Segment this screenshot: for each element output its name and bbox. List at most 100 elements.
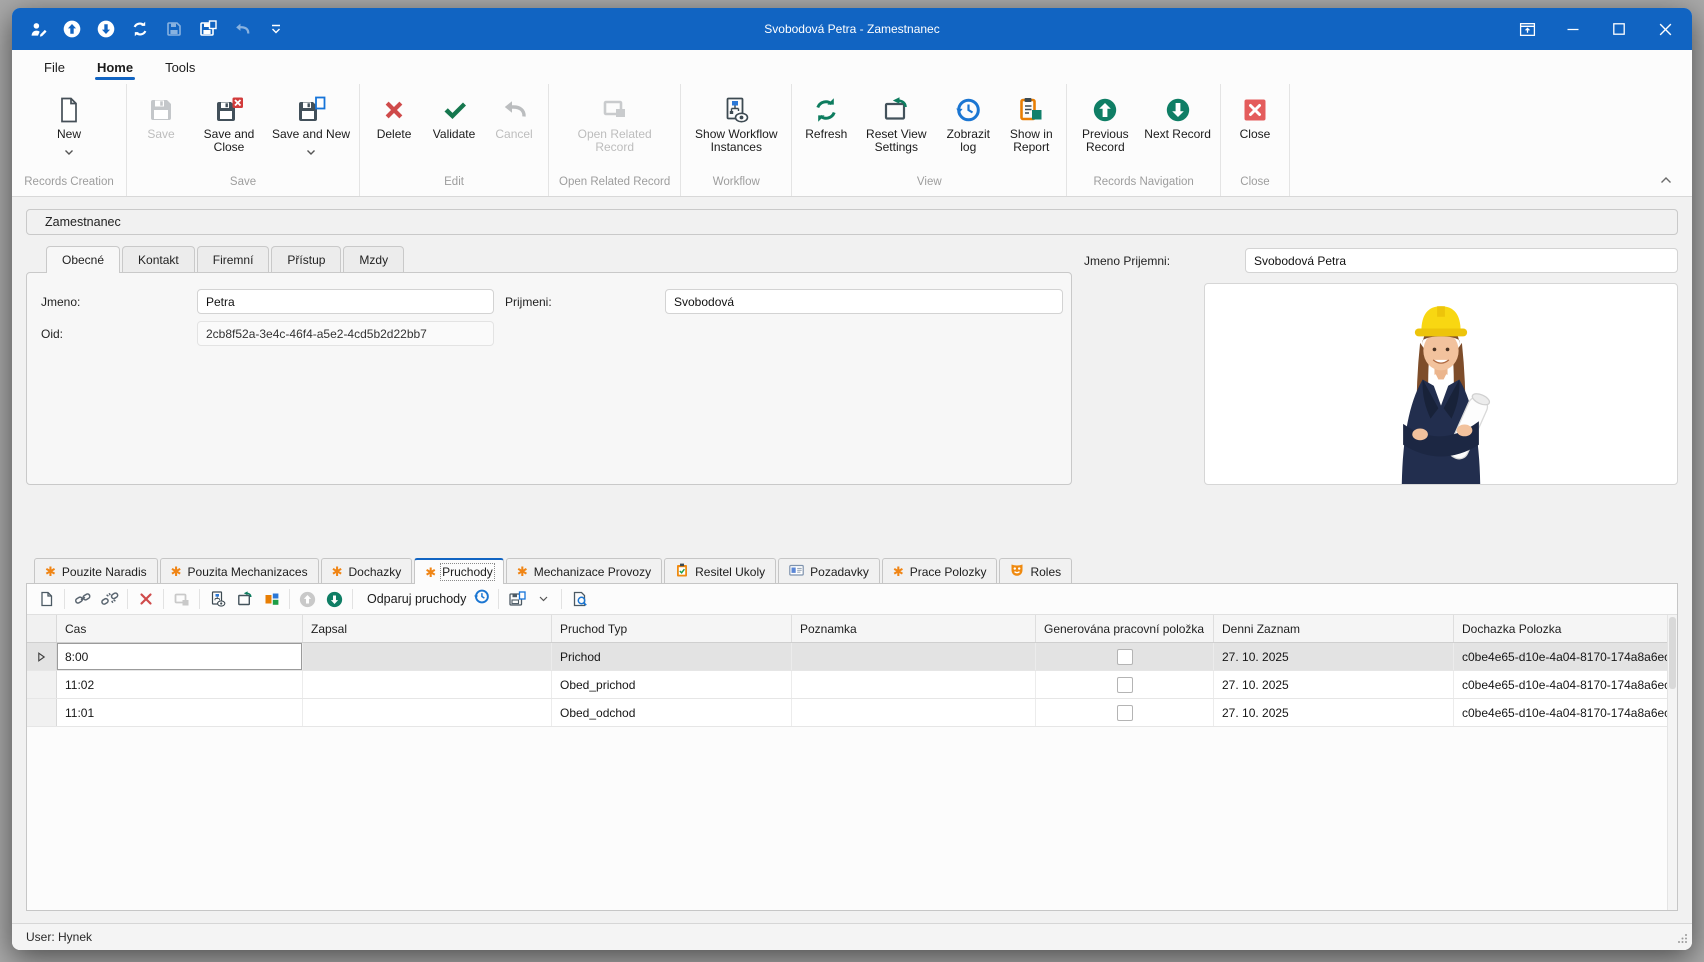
- cell-zapsal[interactable]: [303, 643, 552, 670]
- oid-field[interactable]: [197, 321, 494, 346]
- validate-button[interactable]: Validate: [424, 90, 484, 143]
- menu-home[interactable]: Home: [81, 60, 149, 84]
- tab-mechanizace-provozy[interactable]: ✱Mechanizace Provozy: [506, 558, 662, 584]
- jmeno-field[interactable]: [197, 289, 494, 314]
- dock-window-icon[interactable]: [1504, 8, 1550, 50]
- save-and-close-button[interactable]: Save and Close: [191, 90, 267, 156]
- ribbon-collapse-button[interactable]: [1656, 172, 1676, 188]
- save-button[interactable]: Save: [131, 90, 191, 143]
- cell-dochazka-polozka[interactable]: c0be4e65-d10e-4a04-8170-174a8a6ec038: [1454, 643, 1668, 670]
- next-record-button[interactable]: Next Record: [1139, 90, 1216, 143]
- tab-pozadavky[interactable]: Pozadavky: [778, 558, 880, 584]
- cell-cas[interactable]: 8:00: [57, 643, 303, 670]
- tab-roles[interactable]: Roles: [999, 558, 1072, 584]
- grid-open-related-button[interactable]: [168, 587, 195, 611]
- tab-pruchody[interactable]: ✱Pruchody: [414, 558, 504, 584]
- qat-customize-chevron-icon[interactable]: [266, 19, 286, 39]
- record-group-header[interactable]: Zamestnanec: [26, 209, 1678, 235]
- maximize-button[interactable]: [1596, 8, 1642, 50]
- column-header-poznamka[interactable]: Poznamka: [792, 615, 1036, 642]
- tab-kontakt[interactable]: Kontakt: [122, 246, 195, 273]
- previous-record-circle-icon[interactable]: [62, 19, 82, 39]
- column-header-generovana[interactable]: Generována pracovní položka: [1036, 615, 1214, 642]
- tab-pouzite-naradis[interactable]: ✱Pouzite Naradis: [34, 558, 158, 584]
- show-in-report-button[interactable]: Show in Report: [1000, 90, 1062, 156]
- tab-pouzita-mechanizaces[interactable]: ✱Pouzita Mechanizaces: [160, 558, 319, 584]
- cell-poznamka[interactable]: [792, 643, 1036, 670]
- tab-pristup[interactable]: Přístup: [271, 246, 341, 273]
- scrollbar-thumb[interactable]: [1669, 617, 1676, 689]
- tab-firemni[interactable]: Firemní: [197, 246, 270, 273]
- layout-dropdown-chevron[interactable]: [530, 587, 557, 611]
- cell-generovana[interactable]: [1036, 643, 1214, 670]
- grid-move-down-button[interactable]: [321, 587, 348, 611]
- tab-obecne[interactable]: Obecné: [46, 246, 120, 273]
- close-button[interactable]: [1642, 8, 1688, 50]
- cell-zapsal[interactable]: [303, 699, 552, 726]
- tab-resitel-ukoly[interactable]: Resitel Ukoly: [664, 558, 776, 584]
- grid-workflow-button[interactable]: [204, 587, 231, 611]
- zobrazit-log-button[interactable]: Zobrazit log: [936, 90, 1000, 156]
- grid-unlink-button[interactable]: [96, 587, 123, 611]
- odparuj-pruchody-button[interactable]: Odparuj pruchody: [357, 587, 494, 611]
- grid-tiles-button[interactable]: [258, 587, 285, 611]
- save-and-new-button[interactable]: Save and New: [267, 90, 355, 154]
- checkbox-unchecked[interactable]: [1117, 649, 1133, 665]
- next-record-circle-icon[interactable]: [96, 19, 116, 39]
- menu-tools[interactable]: Tools: [149, 60, 211, 84]
- delete-button[interactable]: Delete: [364, 90, 424, 143]
- cell-zapsal[interactable]: [303, 671, 552, 698]
- menu-file[interactable]: File: [28, 60, 81, 84]
- show-workflow-instances-button[interactable]: Show Workflow Instances: [685, 90, 787, 156]
- save-icon[interactable]: [164, 19, 184, 39]
- minimize-button[interactable]: [1550, 8, 1596, 50]
- reset-view-settings-button[interactable]: Reset View Settings: [856, 90, 936, 156]
- column-header-denni-zaznam[interactable]: Denni Zaznam: [1214, 615, 1454, 642]
- grid-save-layout-button[interactable]: [503, 587, 530, 611]
- cell-poznamka[interactable]: [792, 699, 1036, 726]
- cell-dochazka-polozka[interactable]: c0be4e65-d10e-4a04-8170-174a8a6ec038: [1454, 671, 1668, 698]
- cell-denni-zaznam[interactable]: 27. 10. 2025: [1214, 643, 1454, 670]
- cell-denni-zaznam[interactable]: 27. 10. 2025: [1214, 671, 1454, 698]
- cell-cas[interactable]: 11:02: [57, 671, 303, 698]
- refresh-button[interactable]: Refresh: [796, 90, 856, 143]
- prijmeni-field[interactable]: [665, 289, 1063, 314]
- checkbox-unchecked[interactable]: [1117, 677, 1133, 693]
- grid-move-up-button[interactable]: [294, 587, 321, 611]
- cell-pruchod-typ[interactable]: Obed_odchod: [552, 699, 792, 726]
- cell-cas[interactable]: 11:01: [57, 699, 303, 726]
- undo-icon[interactable]: [232, 19, 252, 39]
- cell-pruchod-typ[interactable]: Prichod: [552, 643, 792, 670]
- tab-mzdy[interactable]: Mzdy: [343, 246, 404, 273]
- column-header-pruchod-typ[interactable]: Pruchod Typ: [552, 615, 792, 642]
- close-record-button[interactable]: Close: [1225, 90, 1285, 143]
- cell-pruchod-typ[interactable]: Obed_prichod: [552, 671, 792, 698]
- grid-vertical-scrollbar[interactable]: [1667, 615, 1677, 910]
- column-header-dochazka-polozka[interactable]: Dochazka Polozka: [1454, 615, 1668, 642]
- tab-dochazky[interactable]: ✱Dochazky: [321, 558, 413, 584]
- column-header-zapsal[interactable]: Zapsal: [303, 615, 552, 642]
- grid-link-button[interactable]: [69, 587, 96, 611]
- table-row[interactable]: 11:02 Obed_prichod 27. 10. 2025 c0be4e65…: [27, 671, 1668, 699]
- cell-generovana[interactable]: [1036, 699, 1214, 726]
- jmeno-prijemni-field[interactable]: [1245, 248, 1678, 273]
- grid-reset-view-button[interactable]: [231, 587, 258, 611]
- checkbox-unchecked[interactable]: [1117, 705, 1133, 721]
- cell-dochazka-polozka[interactable]: c0be4e65-d10e-4a04-8170-174a8a6ec038: [1454, 699, 1668, 726]
- save-and-new-icon[interactable]: [198, 19, 218, 39]
- grid-preview-button[interactable]: [566, 587, 593, 611]
- column-header-cas[interactable]: Cas: [57, 615, 303, 642]
- cell-poznamka[interactable]: [792, 671, 1036, 698]
- table-row[interactable]: 11:01 Obed_odchod 27. 10. 2025 c0be4e65-…: [27, 699, 1668, 727]
- cell-generovana[interactable]: [1036, 671, 1214, 698]
- open-related-record-button[interactable]: Open Related Record: [568, 90, 662, 156]
- previous-record-button[interactable]: Previous Record: [1071, 90, 1139, 156]
- tab-prace-polozky[interactable]: ✱Prace Polozky: [882, 558, 998, 584]
- cell-denni-zaznam[interactable]: 27. 10. 2025: [1214, 699, 1454, 726]
- employee-photo[interactable]: [1204, 283, 1678, 485]
- table-row[interactable]: 8:00 Prichod 27. 10. 2025 c0be4e65-d10e-…: [27, 643, 1668, 671]
- grid-new-button[interactable]: [33, 587, 60, 611]
- edit-user-icon[interactable]: [28, 19, 48, 39]
- resize-grip[interactable]: [1678, 932, 1688, 946]
- cancel-button[interactable]: Cancel: [484, 90, 544, 143]
